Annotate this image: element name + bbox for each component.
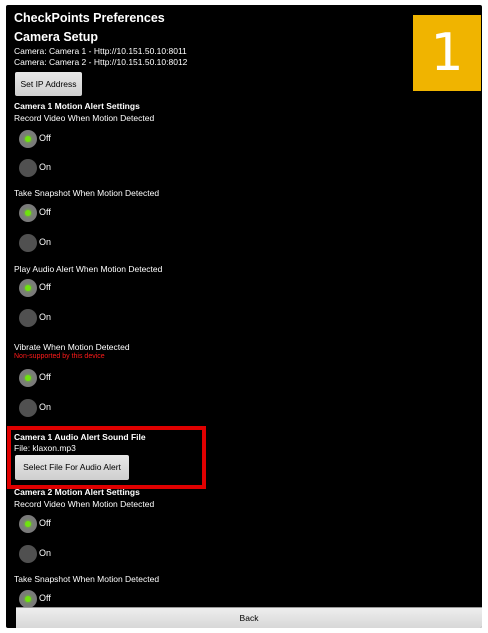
radio-label: On [39,237,52,247]
back-button[interactable]: Back [16,607,482,628]
radio-unchecked-icon [19,234,37,252]
camera2-record-label: Record Video When Motion Detected [14,499,155,509]
preferences-screen: CheckPoints Preferences Camera Setup Cam… [6,5,482,628]
radio-label: On [39,312,52,322]
radio-checked-icon [19,204,37,222]
camera1-snapshot-label: Take Snapshot When Motion Detected [14,188,160,198]
vibrate-unsupported-warning: Non-supported by this device [14,353,105,360]
radio-unchecked-icon [19,309,37,327]
camera-2-address: Camera: Camera 2 - Http://10.151.50.10:8… [14,57,188,67]
radio-unchecked-icon [19,159,37,177]
radio-label: Off [39,593,51,603]
set-ip-address-button[interactable]: Set IP Address [15,72,82,96]
radio-label: On [39,162,52,172]
radio-checked-icon [19,515,37,533]
radio-unchecked-icon [19,545,37,563]
radio-label: Off [39,372,51,382]
step-number-badge: 1 [413,15,481,91]
radio-checked-icon [19,590,37,608]
camera1-audio-label: Play Audio Alert When Motion Detected [14,264,163,274]
camera2-snapshot-label: Take Snapshot When Motion Detected [14,574,160,584]
radio-label: Off [39,282,51,292]
radio-unchecked-icon [19,399,37,417]
radio-checked-icon [19,130,37,148]
radio-label: On [39,402,52,412]
page-title: CheckPoints Preferences [14,11,165,25]
sound-file-highlight-box [7,426,206,489]
radio-label: Off [39,133,51,143]
camera-setup-title: Camera Setup [14,30,99,44]
camera1-section-title: Camera 1 Motion Alert Settings [14,101,140,111]
radio-checked-icon [19,279,37,297]
radio-checked-icon [19,369,37,387]
radio-label: Off [39,207,51,217]
camera1-record-label: Record Video When Motion Detected [14,113,155,123]
radio-label: On [39,548,52,558]
radio-label: Off [39,518,51,528]
camera-1-address: Camera: Camera 1 - Http://10.151.50.10:8… [14,46,187,56]
camera1-vibrate-label: Vibrate When Motion Detected [14,342,130,352]
